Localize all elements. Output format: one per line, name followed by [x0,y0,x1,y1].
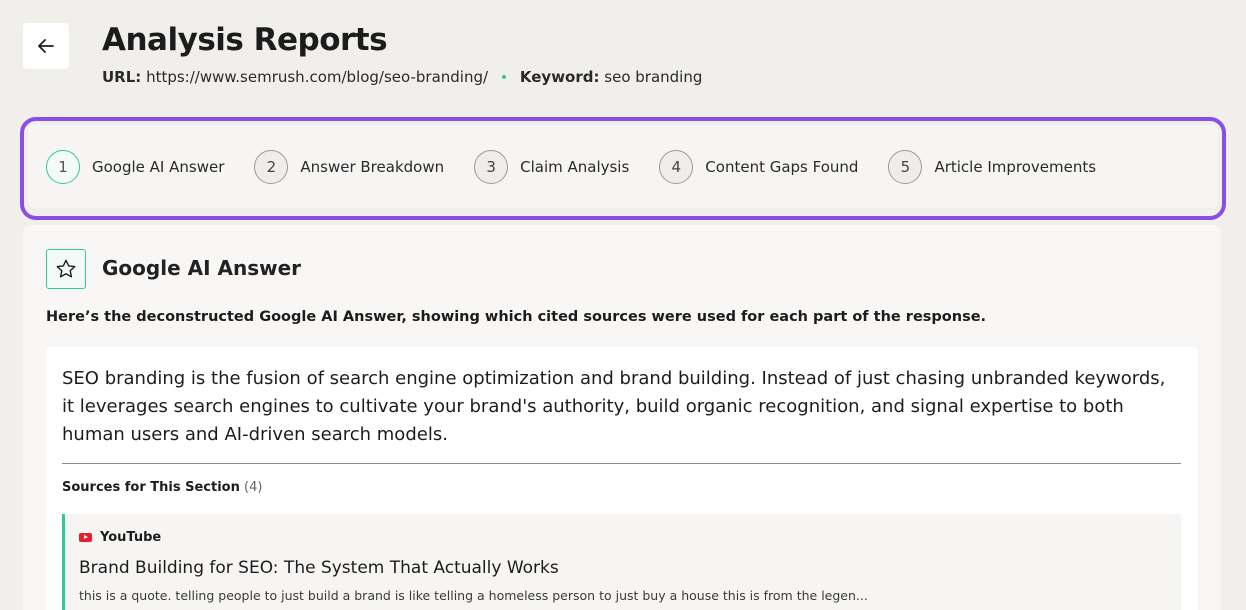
source-item[interactable]: YouTube Brand Building for SEO: The Syst… [62,514,1181,610]
divider [62,463,1181,464]
sources-heading: Sources for This Section (4) [62,480,262,495]
step-label: Google AI Answer [92,157,225,176]
google-ai-answer-section: Google AI Answer Here’s the deconstructe… [23,225,1221,610]
step-number: 3 [474,149,509,184]
section-icon-box [46,249,86,289]
step-label: Article Improvements [934,157,1097,176]
ai-answer-text: SEO branding is the fusion of search eng… [62,368,1166,445]
url-value: https://www.semrush.com/blog/seo-brandin… [146,68,489,86]
sources-label: Sources for This Section [62,480,240,495]
step-google-ai-answer[interactable]: 1 Google AI Answer [46,149,225,184]
step-label: Claim Analysis [520,157,630,176]
page-title: Analysis Reports [102,22,388,58]
step-article-improvements[interactable]: 5 Article Improvements [888,149,1097,184]
source-platform-label: YouTube [100,530,162,545]
keyword-label: Keyword: [519,68,600,86]
section-title: Google AI Answer [102,256,302,280]
arrow-left-icon [38,39,54,53]
source-quote: this is a quote. telling people to just … [79,588,868,603]
keyword-value: seo branding [604,68,703,86]
ai-answer-box: SEO branding is the fusion of search eng… [46,347,1198,610]
report-stepper: 1 Google AI Answer 2 Answer Breakdown 3 … [28,125,1218,208]
step-number: 4 [659,149,694,184]
step-label: Content Gaps Found [705,157,859,176]
step-claim-analysis[interactable]: 3 Claim Analysis [474,149,630,184]
url-label: URL: [102,68,142,86]
meta-separator: • [499,70,509,86]
step-number: 5 [888,149,923,184]
section-description: Here’s the deconstructed Google AI Answe… [46,309,987,325]
stepper-highlight: 1 Google AI Answer 2 Answer Breakdown 3 … [20,117,1226,220]
report-meta: URL: https://www.semrush.com/blog/seo-br… [102,68,702,86]
source-platform: YouTube [79,530,161,545]
sources-count: (4) [244,480,263,495]
star-icon [56,259,76,278]
source-title[interactable]: Brand Building for SEO: The System That … [79,558,559,578]
step-answer-breakdown[interactable]: 2 Answer Breakdown [254,149,445,184]
step-label: Answer Breakdown [300,157,445,176]
step-number: 2 [254,149,289,184]
back-button[interactable] [23,23,69,69]
step-number: 1 [46,149,80,184]
youtube-icon [79,533,92,542]
step-content-gaps-found[interactable]: 4 Content Gaps Found [659,149,859,184]
